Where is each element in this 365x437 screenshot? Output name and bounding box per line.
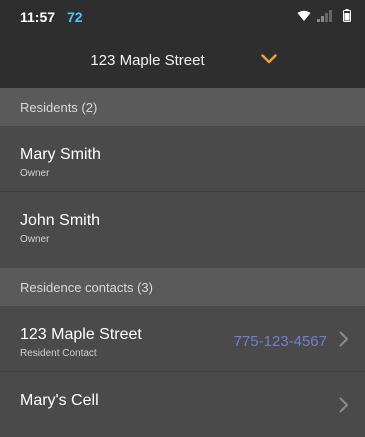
list-item[interactable]: John Smith Owner (0, 192, 365, 257)
contact-phone-link[interactable]: 775-123-4567 (234, 333, 327, 350)
list-item[interactable]: Mary Smith Owner (0, 126, 365, 191)
chevron-right-icon (339, 331, 349, 352)
resident-role: Owner (20, 234, 50, 245)
residents-section-header: Residents (2) (0, 88, 365, 126)
status-bar: 11:57 72 (0, 0, 365, 33)
status-icons (297, 9, 351, 22)
resident-name: John Smith (20, 212, 101, 229)
list-item[interactable]: 123 Maple Street Resident Contact 775-12… (0, 306, 365, 371)
resident-role: Owner (20, 168, 50, 179)
chevron-right-icon (339, 397, 349, 418)
status-notification-badge: 72 (67, 9, 83, 25)
signal-icon (317, 9, 337, 22)
contacts-section-header: Residence contacts (3) (0, 268, 365, 306)
battery-icon (343, 9, 351, 22)
section-label: Residence contacts (3) (20, 280, 153, 295)
list-item[interactable]: Mary's Cell (0, 372, 365, 437)
wifi-icon (297, 10, 311, 22)
contact-name: 123 Maple Street (20, 326, 142, 343)
header-title: 123 Maple Street (90, 52, 205, 69)
status-time: 11:57 (20, 9, 56, 25)
section-label: Residents (2) (20, 100, 98, 115)
chevron-down-icon[interactable] (261, 51, 277, 69)
resident-name: Mary Smith (20, 146, 101, 163)
contact-role: Resident Contact (20, 348, 97, 359)
address-selector[interactable]: 123 Maple Street (0, 33, 365, 88)
contact-name: Mary's Cell (20, 392, 99, 409)
